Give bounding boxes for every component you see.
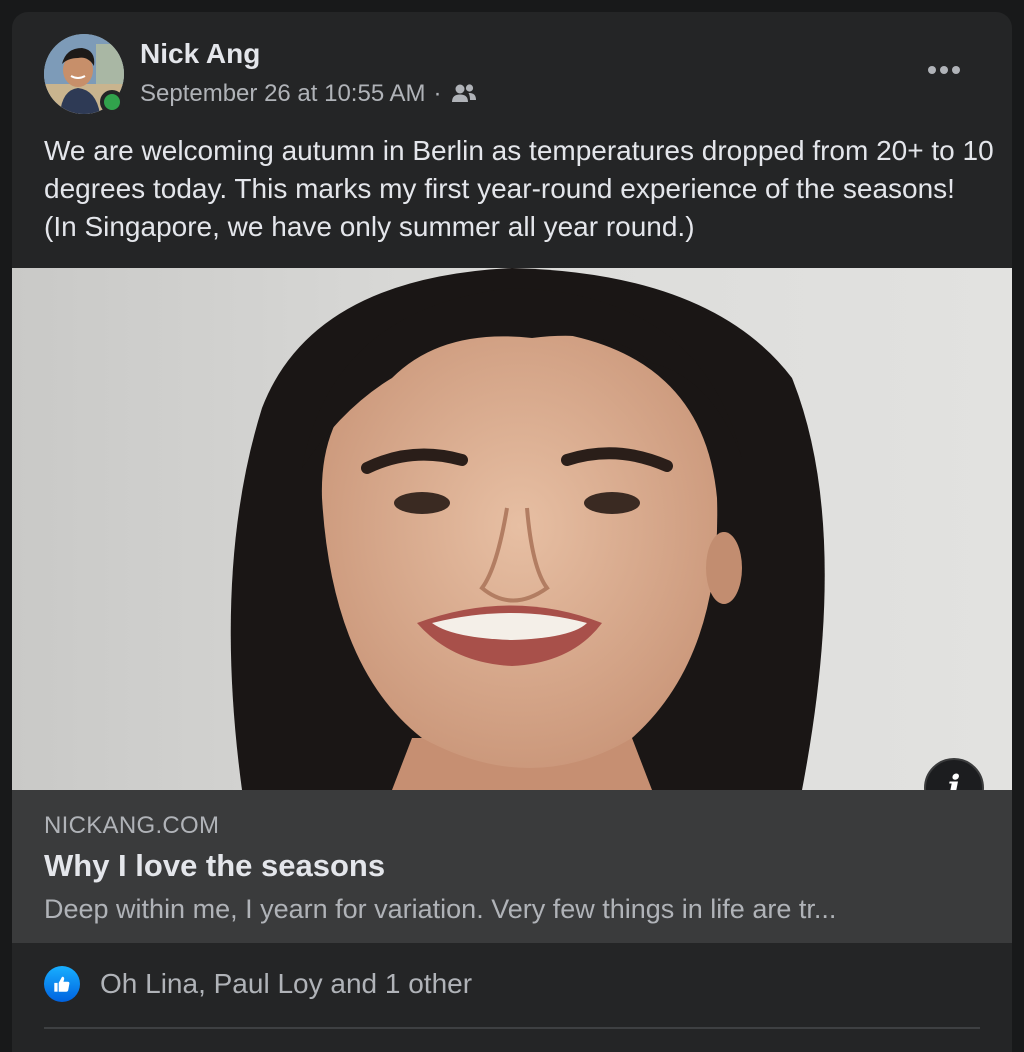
post-card: Nick Ang September 26 at 10:55 AM · We a…	[12, 12, 1012, 1052]
reactions-summary[interactable]: Oh Lina, Paul Loy and 1 other	[44, 966, 472, 1002]
link-title[interactable]: Why I love the seasons	[44, 848, 385, 884]
post-header: Nick Ang September 26 at 10:55 AM ·	[12, 12, 1012, 122]
online-status-indicator	[100, 90, 124, 114]
friends-icon[interactable]	[450, 82, 478, 106]
author-name[interactable]: Nick Ang	[140, 38, 260, 70]
post-body: We are welcoming autumn in Berlin as tem…	[44, 135, 994, 242]
action-divider	[44, 1027, 980, 1029]
link-preview-image[interactable]	[12, 268, 1012, 790]
post-timestamp[interactable]: September 26 at 10:55 AM	[140, 80, 426, 108]
link-preview-details[interactable]: NICKANG.COM Why I love the seasons Deep …	[12, 790, 1012, 943]
meta-separator: ·	[433, 80, 442, 107]
link-domain: NICKANG.COM	[44, 812, 220, 839]
like-icon	[44, 966, 80, 1002]
more-options-icon[interactable]	[920, 54, 968, 86]
link-description: Deep within me, I yearn for variation. V…	[44, 894, 837, 924]
post-meta: September 26 at 10:55 AM ·	[140, 80, 478, 108]
portrait-photo	[12, 268, 1012, 790]
reaction-names[interactable]: Oh Lina, Paul Loy and 1 other	[100, 968, 472, 1000]
